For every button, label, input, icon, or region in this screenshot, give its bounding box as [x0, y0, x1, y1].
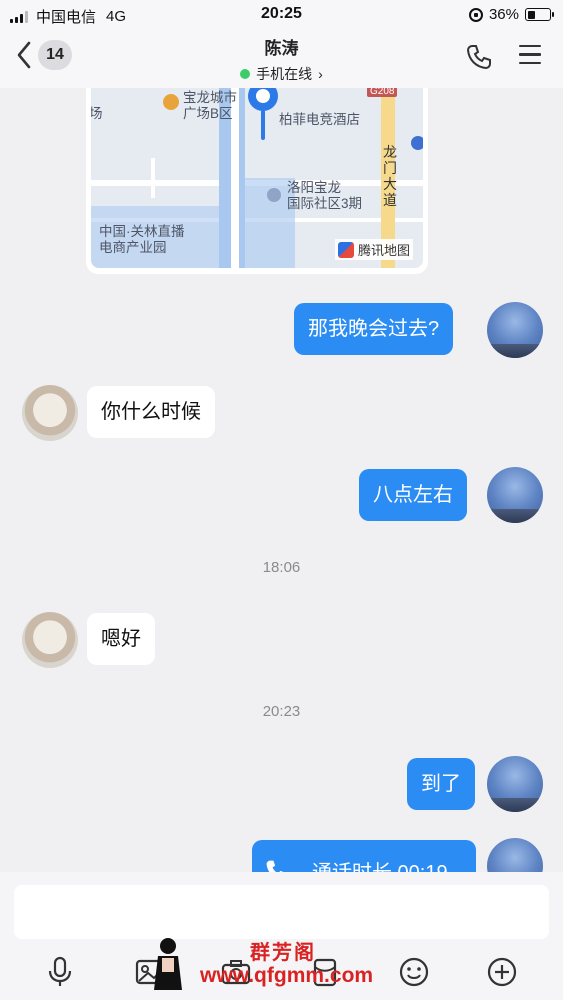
map-label-poi: 宝龙城市 广场B区: [183, 90, 237, 121]
emoji-icon[interactable]: [394, 952, 434, 992]
location-pin-icon: [245, 88, 281, 151]
status-bar: 中国电信 4G 20:25 36%: [0, 0, 563, 30]
watermark-figure-icon: [154, 938, 182, 990]
online-dot-icon: [240, 69, 251, 79]
map-view[interactable]: 场 宝龙城市 广场B区 柏菲电竞酒店 G208 龙 门 大 道 洛阳宝龙 国际社…: [91, 88, 423, 268]
my-avatar[interactable]: [487, 302, 543, 358]
map-provider-label: 腾讯地图: [357, 243, 410, 258]
watermark-url: www.qfgmm.com: [200, 964, 374, 987]
map-label-community: 洛阳宝龙 国际社区3期: [287, 180, 363, 211]
watermark: 群芳阁 www.qfgmm.com: [150, 932, 380, 996]
menu-icon[interactable]: [519, 45, 541, 65]
my-avatar[interactable]: [487, 756, 543, 812]
poi-icon: [163, 94, 179, 110]
community-icon: [267, 188, 281, 202]
chat-header: 14 陈涛 手机在线 ›: [0, 30, 563, 88]
rotation-lock-icon: [468, 7, 483, 22]
map-label-road: 龙 门 大 道: [383, 144, 397, 208]
phone-icon[interactable]: [465, 43, 493, 71]
message-bubble-received[interactable]: 你什么时候: [87, 386, 215, 438]
microphone-icon[interactable]: [40, 952, 80, 992]
online-status-text: 手机在线: [256, 66, 313, 82]
map-label-left: 场: [91, 106, 103, 121]
watermark-title: 群芳阁: [250, 942, 316, 964]
message-bubble-sent[interactable]: 八点左右: [359, 469, 467, 521]
contact-avatar[interactable]: [22, 385, 78, 441]
map-provider: 腾讯地图: [334, 239, 413, 260]
contact-avatar[interactable]: [22, 612, 78, 668]
battery-percent: 36%: [488, 6, 519, 23]
plus-icon[interactable]: [482, 952, 522, 992]
battery-icon: [525, 8, 554, 21]
map-side-icon: [411, 136, 423, 150]
map-label-hotel: 柏菲电竞酒店: [279, 112, 360, 127]
message-bubble-sent[interactable]: 那我晚会过去?: [294, 303, 454, 355]
tencent-map-logo-icon: [337, 241, 354, 258]
road-tag: G208: [367, 88, 398, 97]
message-input[interactable]: [14, 885, 549, 939]
chevron-right-icon: ›: [318, 66, 323, 82]
message-bubble-received[interactable]: 嗯好: [87, 613, 155, 665]
map-label-park: 中国·关林直播 电商产业园: [99, 224, 185, 255]
timestamp: 20:23: [262, 703, 301, 720]
my-avatar[interactable]: [487, 467, 543, 523]
timestamp: 18:06: [262, 559, 301, 576]
location-card[interactable]: 场 宝龙城市 广场B区 柏菲电竞酒店 G208 龙 门 大 道 洛阳宝龙 国际社…: [86, 88, 428, 274]
message-bubble-sent[interactable]: 到了: [407, 758, 475, 810]
